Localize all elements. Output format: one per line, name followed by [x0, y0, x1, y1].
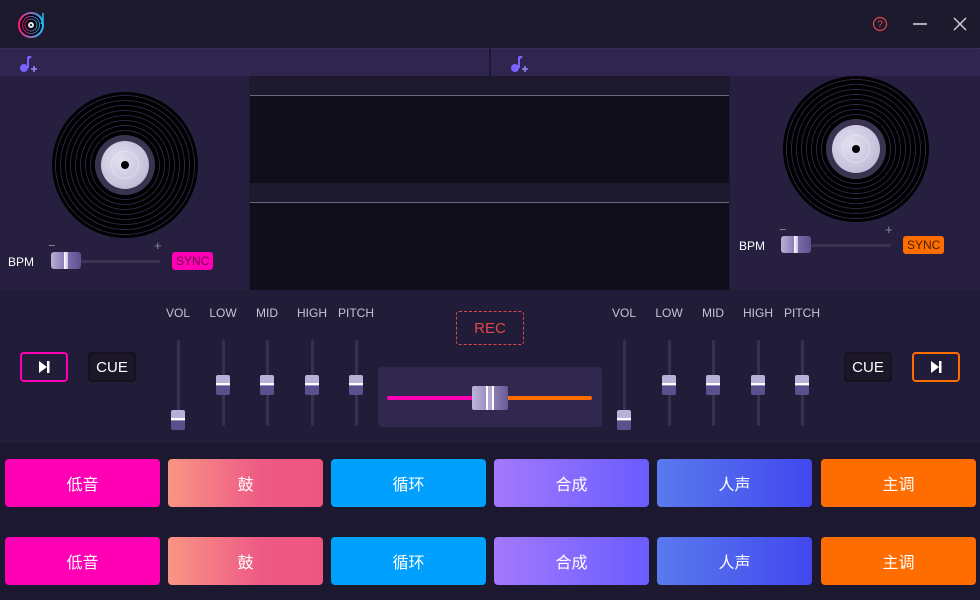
add-music-button-right[interactable]: [509, 54, 529, 74]
fader-handle-mid[interactable]: [260, 375, 274, 395]
waveform-area: [250, 202, 729, 290]
bpm-label: BPM: [8, 255, 35, 269]
minimize-button[interactable]: [906, 10, 934, 38]
fader-label-pitch: PITCH: [784, 306, 820, 320]
fader-handle-pitch[interactable]: [349, 375, 363, 395]
minimize-icon: [913, 23, 927, 25]
sample-pad[interactable]: 合成: [494, 537, 649, 585]
sample-pad[interactable]: 合成: [494, 459, 649, 507]
svg-text:?: ?: [877, 20, 883, 31]
fader-label-vol: VOL: [611, 306, 637, 320]
fader-handle-low[interactable]: [216, 375, 230, 395]
fader-label-low: LOW: [209, 306, 237, 320]
music-note-add-icon: [511, 56, 528, 72]
close-icon: [953, 17, 967, 31]
fader-handle-mid[interactable]: [706, 375, 720, 395]
sync-button[interactable]: SYNC: [172, 252, 214, 270]
sample-pad[interactable]: 人声: [657, 459, 812, 507]
fader-label-vol: VOL: [165, 306, 191, 320]
sample-pad[interactable]: 人声: [657, 537, 812, 585]
play-button-right[interactable]: [912, 352, 960, 382]
fader-label-high: HIGH: [743, 306, 773, 320]
waveform-deck-b[interactable]: [249, 183, 730, 290]
bpm-label: BPM: [739, 239, 766, 253]
fader-label-pitch: PITCH: [338, 306, 374, 320]
play-button-left[interactable]: [20, 352, 68, 382]
sync-button[interactable]: SYNC: [903, 236, 945, 254]
close-button[interactable]: [946, 10, 974, 38]
fader-label-high: HIGH: [297, 306, 327, 320]
fader-handle-pitch[interactable]: [795, 375, 809, 395]
fader-handle-high[interactable]: [305, 375, 319, 395]
fader-label-mid: MID: [702, 306, 724, 320]
add-music-button-left[interactable]: [18, 54, 38, 74]
fader-handle-high[interactable]: [751, 375, 765, 395]
vinyl-record-logo-icon: [16, 9, 48, 39]
bpm-minus-label: −: [779, 222, 787, 237]
sample-pad[interactable]: 鼓: [168, 459, 323, 507]
play-pause-icon: [931, 361, 942, 373]
bpm-minus-label: −: [48, 238, 56, 253]
sample-pad[interactable]: 主调: [821, 459, 976, 507]
play-pause-icon: [39, 361, 50, 373]
help-button[interactable]: ?: [866, 10, 894, 38]
fader-label-low: LOW: [655, 306, 683, 320]
sample-pad[interactable]: 循环: [331, 459, 486, 507]
waveform-deck-a[interactable]: [249, 76, 730, 183]
bpm-slider-handle[interactable]: [781, 236, 811, 253]
sample-pad[interactable]: 鼓: [168, 537, 323, 585]
fader-label-mid: MID: [256, 306, 278, 320]
sample-pad[interactable]: 低音: [5, 459, 160, 507]
turntable-right[interactable]: [785, 78, 927, 220]
bpm-slider-handle[interactable]: [51, 252, 81, 269]
fader-handle-vol[interactable]: [171, 410, 185, 430]
sample-pad[interactable]: 主调: [821, 537, 976, 585]
music-note-add-icon: [20, 56, 37, 72]
deck-b-header: [491, 48, 980, 76]
deck-a-panel: BPM − + SYNC: [0, 76, 249, 290]
deck-a-header: [0, 48, 489, 76]
record-spindle-hole: [121, 161, 129, 169]
crossfader-handle[interactable]: [472, 386, 508, 410]
sample-pad[interactable]: 低音: [5, 537, 160, 585]
crossfader[interactable]: [378, 367, 602, 427]
sample-pad[interactable]: 循环: [331, 537, 486, 585]
fader-handle-vol[interactable]: [617, 410, 631, 430]
record-button[interactable]: REC: [456, 311, 524, 345]
cue-button-right[interactable]: CUE: [844, 352, 892, 382]
deck-b-panel: BPM − + SYNC: [730, 76, 980, 290]
waveform-area: [250, 95, 729, 183]
bpm-plus-label: +: [154, 238, 162, 253]
record-spindle-hole: [852, 145, 860, 153]
turntable-left[interactable]: [54, 94, 196, 236]
crossfader-left-track: [387, 396, 482, 400]
crossfader-right-track: [506, 396, 592, 400]
cue-button-left[interactable]: CUE: [88, 352, 136, 382]
fader-handle-low[interactable]: [662, 375, 676, 395]
bpm-plus-label: +: [885, 222, 893, 237]
help-icon: ?: [872, 16, 888, 32]
title-bar: ?: [0, 0, 980, 48]
